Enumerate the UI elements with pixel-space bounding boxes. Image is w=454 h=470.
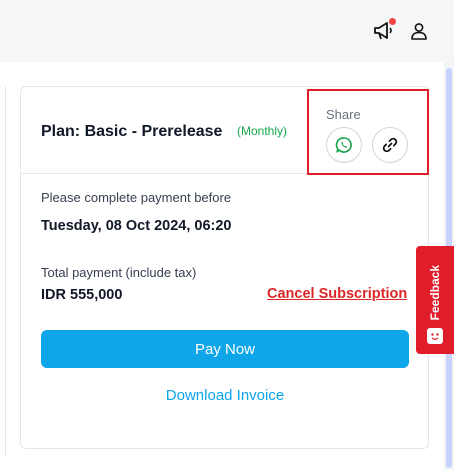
- copy-link-button[interactable]: [372, 127, 408, 163]
- plan-period: (Monthly): [237, 124, 288, 138]
- payment-deadline-label: Please complete payment before: [41, 190, 232, 205]
- subscription-card: Plan: Basic - Prerelease (Monthly) Share…: [20, 86, 429, 449]
- top-bar: [0, 0, 454, 62]
- total-payment-value: IDR 555,000: [41, 287, 123, 303]
- megaphone-icon[interactable]: [372, 18, 396, 42]
- pay-now-button[interactable]: Pay Now: [41, 330, 409, 368]
- feedback-tab[interactable]: Feedback: [416, 246, 454, 354]
- download-invoice-link[interactable]: Download Invoice: [41, 387, 409, 404]
- payment-deadline-value: Tuesday, 08 Oct 2024, 06:20: [41, 218, 232, 234]
- whatsapp-icon: [335, 137, 352, 153]
- share-label: Share: [326, 107, 361, 122]
- link-icon: [382, 137, 398, 153]
- feedback-face-icon: [427, 328, 443, 344]
- total-payment-label: Total payment (include tax): [41, 265, 197, 280]
- plan-title: Plan: Basic - Prerelease: [41, 123, 223, 140]
- previous-card-edge: [0, 86, 6, 456]
- whatsapp-share-button[interactable]: [326, 127, 362, 163]
- card-header: Plan: Basic - Prerelease (Monthly) Share: [21, 87, 429, 175]
- notification-dot: [389, 18, 396, 25]
- feedback-label: Feedback: [428, 264, 442, 320]
- user-icon[interactable]: [409, 20, 429, 42]
- share-section: Share: [307, 89, 429, 175]
- cancel-subscription-link[interactable]: Cancel Subscription: [267, 286, 407, 302]
